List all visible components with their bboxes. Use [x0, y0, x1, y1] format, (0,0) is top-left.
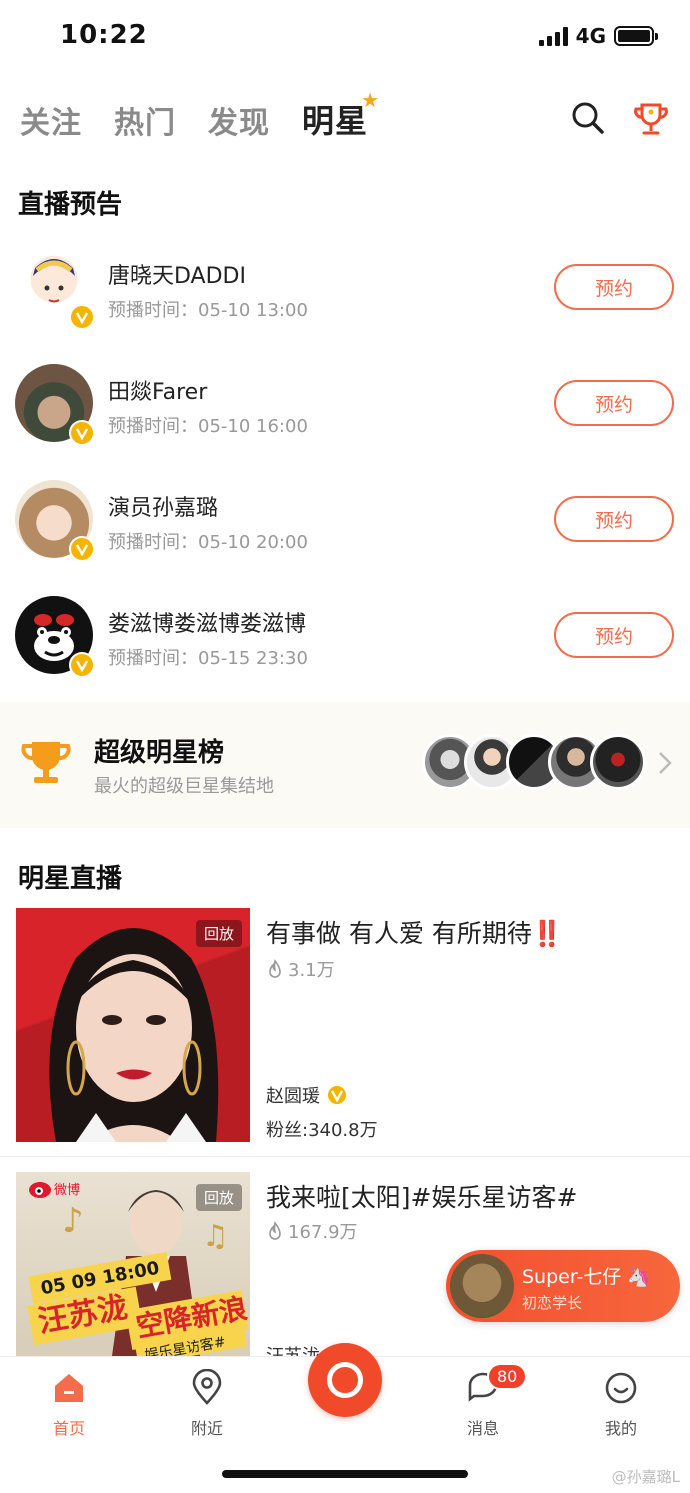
pill-subtitle: 初恋学长	[522, 1294, 583, 1312]
verified-icon	[69, 652, 95, 678]
live-thumbnail[interactable]: 回放	[16, 908, 250, 1142]
views-count: 3.1万	[288, 960, 335, 981]
host-fans: 粉丝:340.8万	[266, 1120, 378, 1141]
location-pin-icon	[192, 1369, 222, 1405]
verified-icon	[69, 536, 95, 562]
network-type: 4G	[575, 24, 606, 48]
top-tabs: 关注 热门 发现 明星 ★	[20, 88, 379, 142]
chevron-right-icon	[659, 752, 672, 774]
views-count: 167.9万	[288, 1222, 358, 1243]
star-live-title: 明星直播	[18, 864, 123, 894]
live-title[interactable]: 有事做 有人爱 有所期待‼️	[266, 914, 563, 950]
live-item[interactable]: 回放 有事做 有人爱 有所期待‼️ 3.1万 赵圆瑗 粉丝:340.8万	[0, 908, 690, 1148]
watermark: @孙嘉璐L	[611, 1468, 680, 1486]
ranked-avatars	[422, 734, 646, 790]
live-preview-title: 直播预告	[18, 190, 123, 220]
reserve-button[interactable]: 预约	[554, 380, 674, 426]
status-icons: 4G	[538, 24, 658, 48]
poster-brand: 微博	[54, 1183, 80, 1198]
search-icon[interactable]	[570, 100, 606, 136]
tab-follow[interactable]: 关注	[20, 98, 82, 142]
flame-icon	[269, 1221, 281, 1240]
nav-nearby[interactable]: 附近	[167, 1369, 247, 1439]
nav-label: 附近	[190, 1419, 223, 1438]
home-icon	[55, 1374, 83, 1402]
preview-item[interactable]: 娄滋博娄滋博娄滋博 预播时间：05-15 23:30 预约	[0, 588, 690, 688]
floating-live-pill[interactable]: Super-七仔 🦄 初恋学长	[446, 1250, 680, 1322]
preview-time: 预播时间：05-10 20:00	[108, 532, 308, 553]
preview-time: 预播时间：05-10 13:00	[108, 300, 308, 321]
streamer-name: 田燚Farer	[108, 380, 208, 405]
verified-icon	[69, 420, 95, 446]
nav-home[interactable]: 首页	[29, 1369, 109, 1439]
live-views: 3.1万	[266, 956, 335, 982]
nav-messages[interactable]: 80 消息	[443, 1363, 528, 1439]
trophy-icon[interactable]	[632, 100, 670, 138]
super-star-subtitle: 最火的超级巨星集结地	[94, 776, 274, 797]
live-title[interactable]: 我来啦[太阳]#娱乐星访客#	[266, 1178, 577, 1214]
nav-me[interactable]: 我的	[581, 1369, 661, 1439]
reserve-button[interactable]: 预约	[554, 612, 674, 658]
record-icon	[327, 1362, 363, 1398]
divider	[0, 1156, 690, 1157]
avatar[interactable]	[15, 364, 95, 446]
weibo-logo: 微博	[29, 1182, 80, 1198]
live-thumbnail[interactable]: ♪ ♫ 微博 05 09 18:00 汪苏泷 空降新浪 娱乐星访客# 回放	[16, 1172, 250, 1356]
status-bar: 10:22 4G	[0, 0, 690, 78]
pill-name: Super-七仔 🦄	[522, 1266, 652, 1288]
svg-text:♫: ♫	[202, 1219, 229, 1254]
avatar	[450, 1254, 514, 1318]
verified-icon	[69, 304, 95, 330]
message-badge: 80	[487, 1363, 528, 1390]
nav-label: 消息	[466, 1419, 499, 1438]
svg-text:♪: ♪	[62, 1201, 84, 1241]
replay-tag: 回放	[195, 1184, 242, 1211]
avatar[interactable]	[15, 248, 95, 330]
live-host[interactable]: 赵圆瑗	[266, 1082, 348, 1108]
tab-star-label: 明星	[302, 102, 369, 140]
profile-icon	[605, 1372, 637, 1404]
preview-time: 预播时间：05-15 23:30	[108, 648, 308, 669]
verified-icon	[326, 1084, 348, 1106]
avatar[interactable]	[15, 596, 95, 678]
replay-tag: 回放	[195, 920, 242, 947]
status-time: 10:22	[60, 20, 148, 50]
live-views: 167.9万	[266, 1218, 358, 1244]
tab-star[interactable]: 明星 ★	[302, 88, 379, 142]
avatar[interactable]	[15, 480, 95, 562]
preview-item[interactable]: 田燚Farer 预播时间：05-10 16:00 预约	[0, 356, 690, 456]
tab-discover[interactable]: 发现	[208, 98, 270, 142]
flame-icon	[269, 959, 281, 978]
record-button[interactable]	[308, 1343, 382, 1417]
streamer-name: 娄滋博娄滋博娄滋博	[108, 612, 307, 637]
streamer-name: 演员孙嘉璐	[108, 496, 219, 521]
host-name: 赵圆瑗	[266, 1086, 320, 1107]
reserve-button[interactable]: 预约	[554, 496, 674, 542]
streamer-name: 唐晓天DADDI	[108, 264, 246, 289]
tab-hot[interactable]: 热门	[114, 98, 176, 142]
signal-icon	[538, 26, 568, 46]
preview-time: 预播时间：05-10 16:00	[108, 416, 308, 437]
avatar	[590, 734, 646, 790]
super-star-title: 超级明星榜	[94, 738, 225, 768]
preview-item[interactable]: 唐晓天DADDI 预播时间：05-10 13:00 预约	[0, 240, 690, 340]
home-indicator[interactable]	[222, 1470, 468, 1478]
nav-label: 我的	[604, 1419, 637, 1438]
preview-item[interactable]: 演员孙嘉璐 预播时间：05-10 20:00 预约	[0, 472, 690, 572]
star-sparkle-icon: ★	[361, 88, 381, 112]
battery-icon	[614, 26, 658, 46]
nav-label: 首页	[52, 1419, 85, 1438]
super-star-banner[interactable]: 超级明星榜 最火的超级巨星集结地	[0, 702, 690, 828]
reserve-button[interactable]: 预约	[554, 264, 674, 310]
trophy-icon	[21, 742, 71, 783]
